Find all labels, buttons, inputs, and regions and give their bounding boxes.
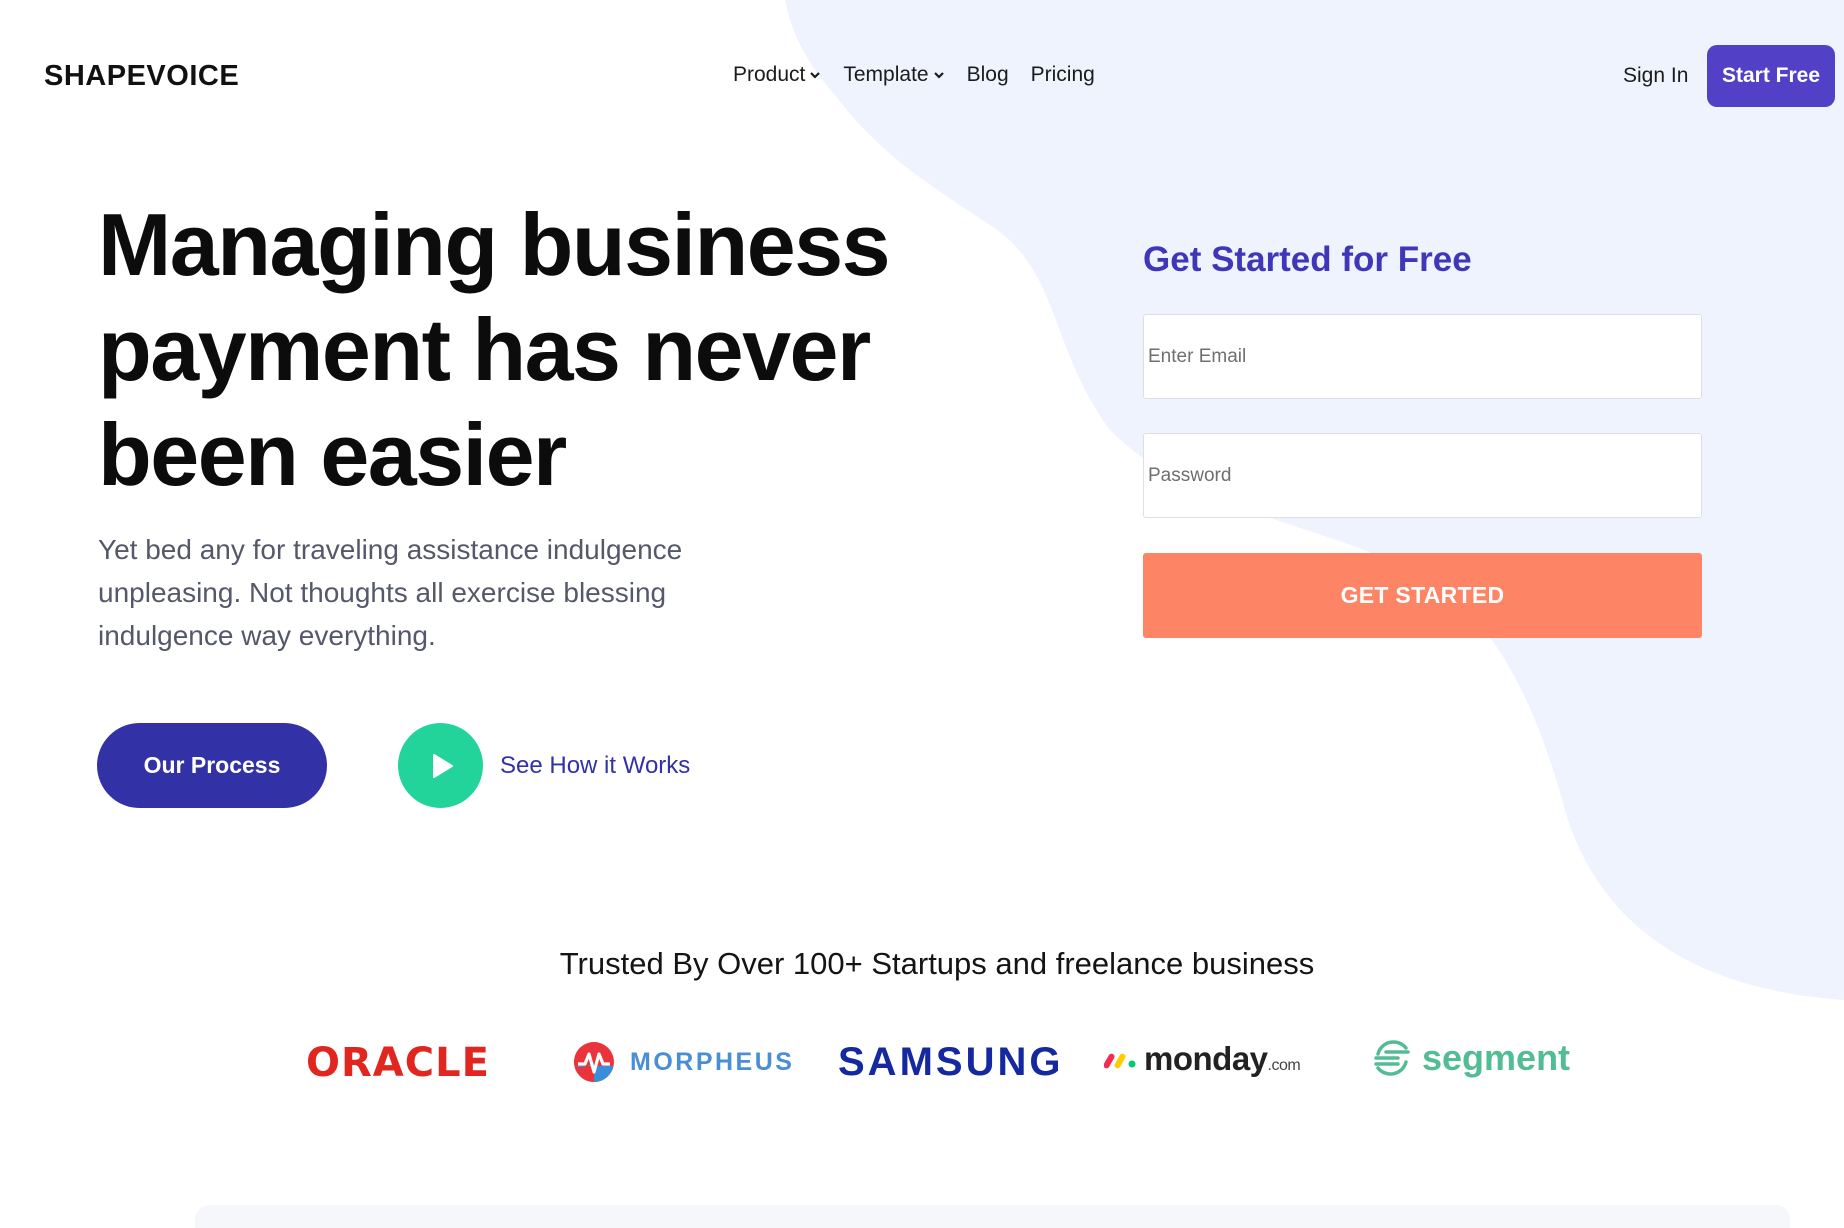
- our-process-button[interactable]: Our Process: [97, 723, 327, 808]
- play-video-button[interactable]: [398, 723, 483, 808]
- get-started-button[interactable]: GET STARTED: [1143, 553, 1702, 638]
- landing-page: SHAPEVOICE Product Template Blog Pricing…: [0, 0, 1844, 1228]
- morpheus-wordmark: MORPHEUS: [630, 1047, 795, 1076]
- monday-wordmark: monday.com: [1144, 1040, 1301, 1078]
- sign-in-link[interactable]: Sign In: [1623, 64, 1688, 88]
- signup-form-title: Get Started for Free: [1143, 240, 1472, 279]
- nav-item-label: Product: [733, 63, 806, 86]
- next-section-card: [195, 1205, 1790, 1228]
- nav-item-blog[interactable]: Blog: [967, 63, 1009, 87]
- segment-wordmark: segment: [1422, 1037, 1571, 1078]
- email-input[interactable]: [1143, 314, 1702, 399]
- segment-mark-icon: [1374, 1040, 1410, 1076]
- start-free-button[interactable]: Start Free: [1707, 45, 1835, 107]
- segment-logo: segment: [1372, 1037, 1570, 1079]
- main-nav: Product Template Blog Pricing: [733, 63, 1095, 87]
- morpheus-logo: MORPHEUS: [572, 1040, 794, 1084]
- oracle-logo: ORACLE: [306, 1040, 490, 1086]
- nav-item-product[interactable]: Product: [733, 63, 821, 87]
- nav-item-label: Blog: [966, 63, 1009, 86]
- hero-subtitle: Yet bed any for traveling assistance ind…: [98, 534, 683, 651]
- play-icon: [432, 753, 453, 778]
- hero-title: Managing business payment has never been…: [98, 195, 891, 504]
- monday-word: monday: [1144, 1040, 1268, 1077]
- monday-com: .com: [1267, 1057, 1301, 1074]
- chevron-down-icon: [933, 72, 944, 79]
- nav-item-label: Pricing: [1030, 63, 1095, 86]
- nav-item-template[interactable]: Template: [843, 63, 944, 87]
- morpheus-mark-icon: [573, 1042, 614, 1082]
- see-how-it-works-link[interactable]: See How it Works: [500, 752, 690, 780]
- monday-mark-icon: [1104, 1053, 1136, 1069]
- samsung-logo: SAMSUNG: [838, 1040, 1064, 1084]
- password-input[interactable]: [1143, 433, 1702, 518]
- monday-logo: monday.com: [1104, 1040, 1301, 1078]
- nav-item-label: Template: [843, 63, 929, 86]
- chevron-down-icon: [810, 72, 821, 79]
- trusted-heading: Trusted By Over 100+ Startups and freela…: [559, 946, 1315, 981]
- brand-logo[interactable]: SHAPEVOICE: [44, 60, 239, 93]
- nav-item-pricing[interactable]: Pricing: [1031, 63, 1095, 87]
